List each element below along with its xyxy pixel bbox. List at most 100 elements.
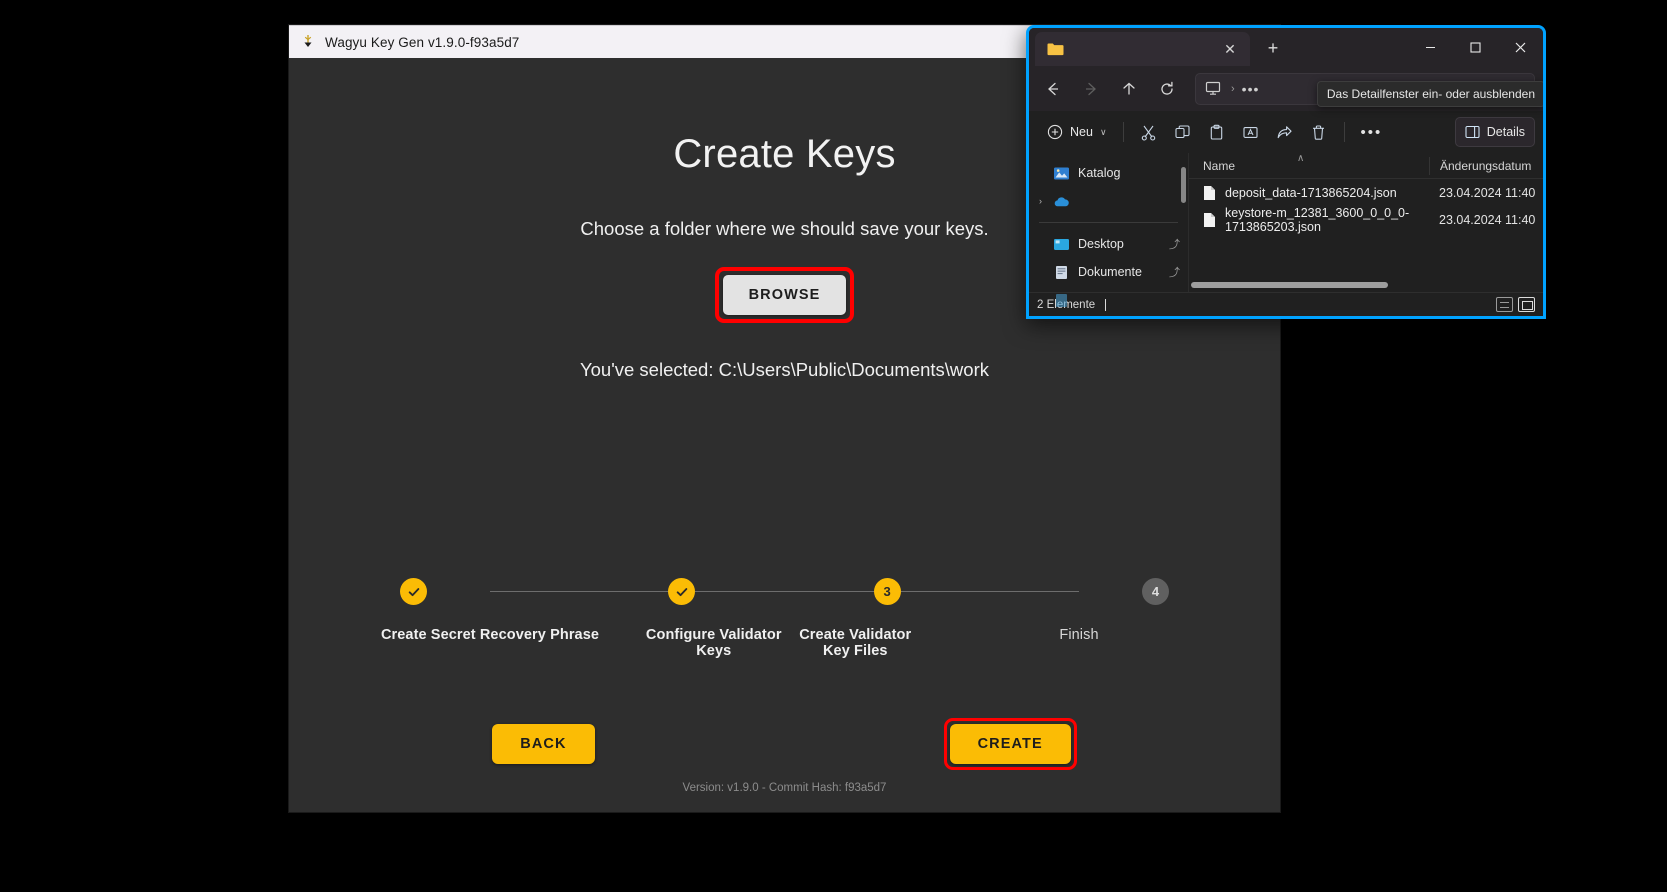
back-button[interactable]: BACK bbox=[492, 724, 595, 764]
close-button[interactable] bbox=[1498, 31, 1543, 63]
desktop-icon bbox=[1053, 237, 1070, 252]
chevron-down-icon: ∨ bbox=[1099, 126, 1107, 137]
stepper-connector-1 bbox=[490, 591, 669, 592]
step-3-label: Create Validator Key Files bbox=[799, 627, 912, 659]
new-item-label: Neu bbox=[1070, 125, 1093, 139]
explorer-tab-strip: ✕ + bbox=[1029, 28, 1543, 66]
step-3-circle: 3 bbox=[873, 578, 901, 605]
pin-icon-2[interactable]: ⤴ bbox=[1169, 264, 1180, 280]
sidebar-item-onedrive[interactable]: › bbox=[1029, 187, 1188, 215]
json-file-icon bbox=[1203, 185, 1216, 201]
sidebar-label-desktop: Desktop bbox=[1078, 237, 1124, 251]
desktop-background: Wagyu Key Gen v1.9.0-f93a5d7 Create Keys… bbox=[0, 0, 1667, 892]
column-header-name[interactable]: Name ∧ bbox=[1189, 153, 1429, 173]
copy-icon[interactable] bbox=[1166, 117, 1200, 147]
step-3-node: 3 bbox=[873, 578, 901, 605]
onedrive-icon bbox=[1053, 194, 1070, 209]
up-arrow-icon[interactable] bbox=[1113, 73, 1145, 105]
details-pane-tooltip: Das Detailfenster ein- oder ausblenden bbox=[1316, 81, 1543, 107]
file-name-label: deposit_data-1713865204.json bbox=[1225, 185, 1397, 200]
file-list-column-headers: Name ∧ Änderungsdatum bbox=[1189, 153, 1543, 179]
cut-icon[interactable] bbox=[1132, 117, 1166, 147]
scrollbar-thumb[interactable] bbox=[1191, 282, 1388, 288]
sidebar-item-katalog[interactable]: Katalog bbox=[1029, 159, 1188, 187]
file-explorer-window: ✕ + › ••• Neu ∨ ••• Details Das Detailfe… bbox=[1026, 25, 1546, 319]
wizard-action-buttons: BACK CREATE bbox=[289, 718, 1280, 770]
explorer-navigation-pane: Katalog › Desktop ⤴ Dokumente ⤴ bbox=[1029, 153, 1189, 307]
toolbar-overflow-icon[interactable]: ••• bbox=[1353, 124, 1391, 141]
file-date-cell: 23.04.2024 11:40 bbox=[1439, 212, 1536, 227]
file-list-horizontal-scrollbar[interactable] bbox=[1191, 281, 1541, 289]
documents-icon bbox=[1053, 265, 1070, 280]
step-4-node: 4 bbox=[1079, 578, 1232, 605]
this-pc-icon bbox=[1202, 81, 1224, 96]
minimize-button[interactable] bbox=[1408, 31, 1453, 63]
sidebar-item-desktop[interactable]: Desktop ⤴ bbox=[1029, 230, 1188, 258]
column-header-name-label: Name bbox=[1203, 158, 1236, 173]
sidebar-label-dokumente: Dokumente bbox=[1078, 265, 1142, 279]
large-icons-view-button[interactable] bbox=[1518, 297, 1535, 312]
file-name-cell: deposit_data-1713865204.json bbox=[1189, 185, 1429, 201]
table-row[interactable]: keystore-m_12381_3600_0_0_0-1713865203.j… bbox=[1189, 206, 1543, 234]
wizard-stepper: 3 4 Create Secret Recovery Phrase Config… bbox=[289, 578, 1280, 659]
explorer-command-bar: Neu ∨ ••• Details Das Detailfenster ein-… bbox=[1029, 81, 1543, 153]
file-name-cell: keystore-m_12381_3600_0_0_0-1713865203.j… bbox=[1189, 206, 1429, 234]
details-view-button[interactable] bbox=[1496, 297, 1513, 312]
maximize-button[interactable] bbox=[1453, 31, 1498, 63]
address-overflow-icon[interactable]: ••• bbox=[1242, 81, 1260, 97]
wagyu-logo-icon bbox=[300, 34, 316, 50]
stepper-labels-row: Create Secret Recovery Phrase Configure … bbox=[337, 627, 1232, 659]
json-file-icon bbox=[1203, 212, 1216, 228]
stepper-connector-3 bbox=[900, 591, 1079, 592]
file-date-cell: 23.04.2024 11:40 bbox=[1439, 185, 1536, 200]
forward-arrow-icon[interactable] bbox=[1075, 73, 1107, 105]
explorer-tab[interactable]: ✕ bbox=[1035, 32, 1250, 66]
new-tab-button[interactable]: + bbox=[1258, 33, 1288, 63]
table-row[interactable]: deposit_data-1713865204.json 23.04.2024 … bbox=[1189, 179, 1543, 206]
folder-icon bbox=[1047, 42, 1064, 56]
sidebar-divider bbox=[1039, 222, 1178, 223]
rename-icon[interactable] bbox=[1234, 117, 1268, 147]
selected-folder-path: You've selected: C:\Users\Public\Documen… bbox=[580, 359, 989, 380]
paste-icon[interactable] bbox=[1200, 117, 1234, 147]
new-item-button[interactable]: Neu ∨ bbox=[1039, 117, 1115, 147]
browse-button[interactable]: BROWSE bbox=[722, 275, 847, 315]
step-1-circle bbox=[400, 578, 427, 605]
pin-icon[interactable]: ⤴ bbox=[1169, 236, 1180, 252]
view-mode-buttons bbox=[1496, 297, 1535, 312]
address-chevron-icon[interactable]: › bbox=[1224, 83, 1242, 95]
sort-ascending-icon: ∧ bbox=[1297, 152, 1305, 164]
version-footer: Version: v1.9.0 - Commit Hash: f93a5d7 bbox=[682, 782, 887, 794]
delete-icon[interactable] bbox=[1302, 117, 1336, 147]
step-2-node bbox=[668, 578, 696, 605]
sidebar-scrollbar[interactable] bbox=[1181, 167, 1186, 203]
stepper-connector-2 bbox=[695, 591, 874, 592]
step-1-label: Create Secret Recovery Phrase bbox=[380, 627, 600, 643]
step-2-label: Configure Validator Keys bbox=[645, 627, 782, 659]
share-icon[interactable] bbox=[1268, 117, 1302, 147]
create-button[interactable]: CREATE bbox=[949, 724, 1071, 764]
details-pane-icon bbox=[1465, 125, 1480, 139]
refresh-icon[interactable] bbox=[1151, 73, 1183, 105]
create-highlight-ring: CREATE bbox=[943, 718, 1077, 770]
details-pane-label: Details bbox=[1486, 125, 1525, 139]
sidebar-item-dokumente[interactable]: Dokumente ⤴ bbox=[1029, 258, 1188, 286]
sidebar-item-partial[interactable] bbox=[1029, 286, 1188, 314]
wagyu-window-title: Wagyu Key Gen v1.9.0-f93a5d7 bbox=[325, 34, 520, 50]
window-caption-buttons bbox=[1408, 28, 1543, 66]
toolbar-divider-2 bbox=[1343, 122, 1345, 142]
downloads-icon bbox=[1053, 293, 1070, 308]
plus-circle-icon bbox=[1047, 124, 1063, 140]
gallery-icon bbox=[1053, 166, 1070, 181]
back-arrow-icon[interactable] bbox=[1037, 73, 1069, 105]
step-4-circle: 4 bbox=[1141, 578, 1169, 605]
expand-chevron-icon[interactable]: › bbox=[1039, 196, 1053, 206]
column-header-date[interactable]: Änderungsdatum bbox=[1429, 156, 1531, 175]
file-name-label: keystore-m_12381_3600_0_0_0-1713865203.j… bbox=[1225, 205, 1410, 234]
file-list-pane: Name ∧ Änderungsdatum deposit_data-17138… bbox=[1189, 153, 1543, 292]
sidebar-label-katalog: Katalog bbox=[1078, 166, 1121, 180]
details-pane-button[interactable]: Details bbox=[1454, 117, 1535, 147]
step-4-label: Finish bbox=[1059, 627, 1099, 643]
tab-close-icon[interactable]: ✕ bbox=[1218, 37, 1242, 61]
step-2-circle bbox=[668, 578, 696, 605]
